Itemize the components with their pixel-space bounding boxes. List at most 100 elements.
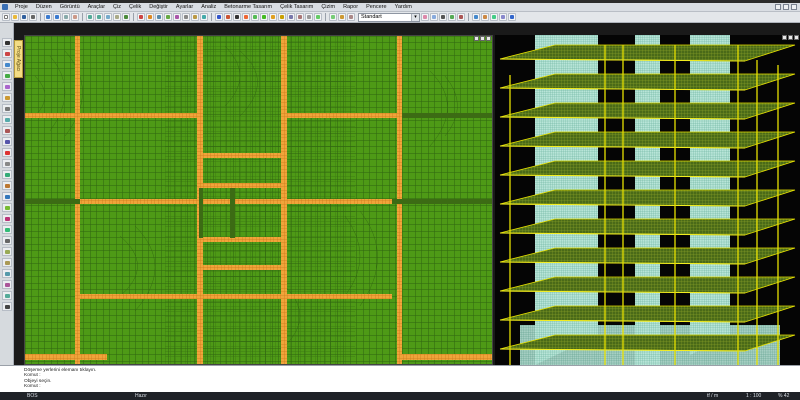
chamfer-tool-icon[interactable] <box>1 225 12 234</box>
select-tool-icon[interactable] <box>1 38 12 47</box>
rotate-tool-icon[interactable] <box>1 71 12 80</box>
column-tool-icon[interactable] <box>137 13 145 21</box>
menu-goruntu[interactable]: Görüntü <box>56 3 84 12</box>
menu-rapor[interactable]: Rapor <box>339 3 362 12</box>
zoom-in-icon[interactable] <box>86 13 94 21</box>
refresh-icon[interactable] <box>122 13 130 21</box>
mesh-tool-icon[interactable] <box>260 13 268 21</box>
menu-ayarlar[interactable]: Ayarlar <box>172 3 197 12</box>
stair-tool-icon[interactable] <box>191 13 199 21</box>
design-tool-icon[interactable] <box>278 13 286 21</box>
layer-icon[interactable] <box>421 13 429 21</box>
copy-tool-icon[interactable] <box>1 60 12 69</box>
block-tool-icon[interactable] <box>1 258 12 267</box>
join-tool-icon[interactable] <box>1 192 12 201</box>
command-line-panel[interactable]: Döşeme yerlerini elemanı tıklayın. Komut… <box>0 365 800 392</box>
report-tool-icon[interactable] <box>287 13 295 21</box>
save-icon[interactable] <box>20 13 28 21</box>
drawing-tool-icon[interactable] <box>296 13 304 21</box>
building-3d-canvas[interactable] <box>495 35 800 365</box>
close-button[interactable] <box>486 36 491 41</box>
window-tile-icon[interactable] <box>499 13 507 21</box>
menu-proje[interactable]: Proje <box>11 3 32 12</box>
undo-icon[interactable] <box>44 13 52 21</box>
menu-betonarme-tasarim[interactable]: Betonarme Tasarım <box>220 3 276 12</box>
break-tool-icon[interactable] <box>1 236 12 245</box>
foundation-tool-icon[interactable] <box>182 13 190 21</box>
properties-tool-icon[interactable] <box>1 159 12 168</box>
menu-ciz[interactable]: Çiz <box>109 3 125 12</box>
close-button[interactable] <box>791 4 797 10</box>
grid-toggle-icon[interactable] <box>314 13 322 21</box>
filter-icon[interactable] <box>430 13 438 21</box>
menu-celik[interactable]: Çelik <box>125 3 145 12</box>
close-button[interactable] <box>794 35 799 40</box>
menu-degistir[interactable]: Değiştir <box>145 3 172 12</box>
plan-view-window[interactable] <box>24 35 493 365</box>
view-3d-icon[interactable] <box>338 13 346 21</box>
slab-tool-icon[interactable] <box>164 13 172 21</box>
table-tool-icon[interactable] <box>1 291 12 300</box>
extend-tool-icon[interactable] <box>1 115 12 124</box>
redo-icon[interactable] <box>53 13 61 21</box>
show-all-icon[interactable] <box>448 13 456 21</box>
menu-duzen[interactable]: Düzen <box>32 3 56 12</box>
hide-icon[interactable] <box>439 13 447 21</box>
scale-tool-icon[interactable] <box>1 93 12 102</box>
match-tool-icon[interactable] <box>1 170 12 179</box>
open-folder-icon[interactable] <box>11 13 19 21</box>
ortho-icon[interactable] <box>490 13 498 21</box>
pan-icon[interactable] <box>113 13 121 21</box>
explode-tool-icon[interactable] <box>1 181 12 190</box>
load-tool-icon[interactable] <box>242 13 250 21</box>
wall-tool-icon[interactable] <box>155 13 163 21</box>
offset-tool-icon[interactable] <box>1 126 12 135</box>
status-scale[interactable]: 1 : 100 <box>746 392 761 400</box>
zoom-out-icon[interactable] <box>95 13 103 21</box>
hatch-tool-icon[interactable] <box>1 247 12 256</box>
dimension-tool-icon[interactable] <box>224 13 232 21</box>
stretch-tool-icon[interactable] <box>1 203 12 212</box>
brace-tool-icon[interactable] <box>173 13 181 21</box>
new-file-icon[interactable] <box>2 13 10 21</box>
support-tool-icon[interactable] <box>251 13 259 21</box>
print-icon[interactable] <box>29 13 37 21</box>
mirror-tool-icon[interactable] <box>1 82 12 91</box>
text-tool-icon[interactable] <box>233 13 241 21</box>
axis-tool-icon[interactable] <box>215 13 223 21</box>
paste-icon[interactable] <box>71 13 79 21</box>
maximize-button[interactable] <box>480 36 485 41</box>
zoom-window-icon[interactable] <box>104 13 112 21</box>
project-tree-tab[interactable]: Proje Ağacı <box>14 40 23 78</box>
section-icon[interactable] <box>457 13 465 21</box>
lock-tool-icon[interactable] <box>1 302 12 311</box>
image-tool-icon[interactable] <box>1 280 12 289</box>
move-tool-icon[interactable] <box>1 49 12 58</box>
menu-pencere[interactable]: Pencere <box>362 3 391 12</box>
snap-icon[interactable] <box>481 13 489 21</box>
layer-tool-icon[interactable] <box>1 269 12 278</box>
maximize-button[interactable] <box>783 4 789 10</box>
fillet-tool-icon[interactable] <box>1 214 12 223</box>
opening-tool-icon[interactable] <box>200 13 208 21</box>
measure-icon[interactable] <box>472 13 480 21</box>
trim-tool-icon[interactable] <box>1 104 12 113</box>
mesh-plan-canvas[interactable] <box>25 36 493 365</box>
render-icon[interactable] <box>347 13 355 21</box>
copy-icon[interactable] <box>62 13 70 21</box>
command-prompt[interactable]: Komut : <box>24 384 800 389</box>
minimize-button[interactable] <box>782 35 787 40</box>
menu-analiz[interactable]: Analiz <box>197 3 220 12</box>
settings-icon[interactable] <box>305 13 313 21</box>
menu-celik-tasarim[interactable]: Çelik Tasarım <box>276 3 317 12</box>
chevron-down-icon[interactable]: ▾ <box>411 13 419 21</box>
array-tool-icon[interactable] <box>1 137 12 146</box>
maximize-button[interactable] <box>788 35 793 40</box>
view-style-select[interactable]: Standart ▾ <box>358 12 420 22</box>
delete-tool-icon[interactable] <box>1 148 12 157</box>
status-units[interactable]: tf / m <box>707 392 718 400</box>
3d-model-view[interactable] <box>495 35 800 365</box>
help-icon[interactable] <box>508 13 516 21</box>
beam-tool-icon[interactable] <box>146 13 154 21</box>
menu-araclar[interactable]: Araçlar <box>84 3 109 12</box>
